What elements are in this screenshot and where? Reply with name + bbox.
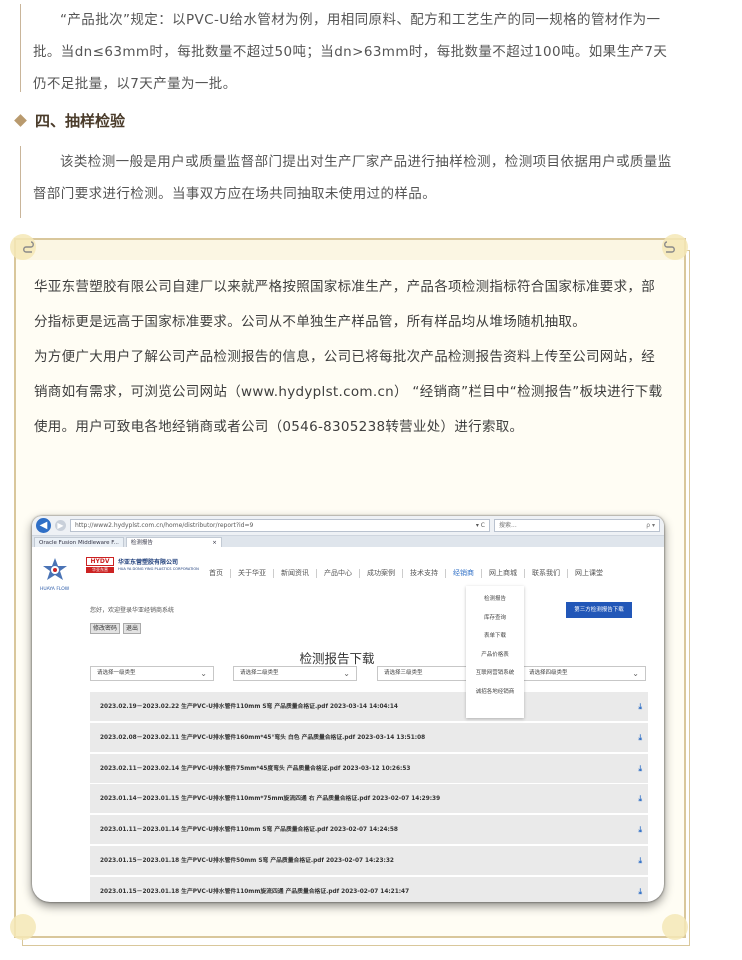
report-list: 2023.02.19－2023.02.22 生产PVC-U排水管件110mm S…: [90, 692, 648, 902]
menu-item-test-report[interactable]: 检测报告: [466, 590, 524, 609]
download-icon[interactable]: ⤓: [638, 723, 642, 753]
select-level-4[interactable]: 请选择四级类型 ⌄: [522, 666, 646, 681]
select-level-1-value: 请选择一级类型: [97, 670, 136, 676]
table-row[interactable]: 2023.02.11－2023.02.14 生产PVC-U排水管件75mm*45…: [90, 753, 648, 784]
batch-definition-block: “产品批次”规定：以PVC-U给水管材为例，用相同原料、配方和工艺生产的同一规格…: [20, 4, 680, 92]
table-row[interactable]: 2023.01.11－2023.01.14 生产PVC-U排水管件110mm S…: [90, 815, 648, 846]
table-row[interactable]: 2023.01.15－2023.01.18 生产PVC-U排水管件50mm S弯…: [90, 845, 648, 876]
nav-item-about[interactable]: 关于华亚: [231, 569, 274, 578]
welcome-message: 您好，欢迎登录华亚经销商系统: [90, 607, 175, 614]
tab-title: 检测报告: [130, 540, 153, 546]
company-name-en: HUA YA DONG YING PLASTICS CORPORATION: [118, 567, 199, 571]
chevron-down-icon: ⌄: [632, 669, 639, 678]
nav-item-classroom[interactable]: 网上课堂: [568, 569, 610, 578]
select-level-4-value: 请选择四级类型: [529, 670, 568, 676]
section-heading: 四、抽样检验: [14, 110, 126, 131]
corner-decoration: [10, 914, 36, 940]
logout-button[interactable]: 退出: [123, 623, 142, 634]
paperclip-icon: [662, 240, 676, 258]
nav-item-shop[interactable]: 网上商城: [482, 569, 525, 578]
download-icon[interactable]: ⤓: [638, 784, 642, 814]
select-level-1[interactable]: 请选择一级类型 ⌄: [90, 666, 214, 681]
logo-caption: HUAYA FLOW: [40, 587, 70, 592]
note-paragraph-2: 为方便广大用户了解公司产品检测报告的信息，公司已将每批次产品检测报告资料上传至公…: [34, 349, 663, 435]
download-icon[interactable]: ⤓: [638, 877, 642, 902]
select-level-2-value: 请选择二级类型: [240, 670, 279, 676]
menu-item-form-download[interactable]: 表单下载: [466, 627, 524, 646]
website-screenshot: ◀ ▶ http://www2.hydyplst.com.cn/home/dis…: [32, 516, 664, 902]
section-heading-text: 四、抽样检验: [35, 112, 126, 130]
frame-top-strip: [16, 240, 684, 260]
menu-item-stock-query[interactable]: 库存查询: [466, 609, 524, 628]
report-title: 2023.01.15－2023.01.18 生产PVC-U排水管件110mm旋流…: [100, 888, 410, 895]
distributor-dropdown-menu: 检测报告 库存查询 表单下载 产品价格表 互联网营销系统 诚招各地经销商: [466, 586, 524, 718]
download-icon[interactable]: ⤓: [638, 846, 642, 876]
menu-item-marketing-system[interactable]: 互联网营销系统: [466, 664, 524, 683]
report-title: 2023.01.11－2023.01.14 生产PVC-U排水管件110mm S…: [100, 827, 398, 834]
back-arrow-icon[interactable]: ◀: [36, 518, 51, 533]
chevron-down-icon: ⌄: [343, 669, 350, 678]
download-icon[interactable]: ⤓: [638, 815, 642, 845]
chevron-down-icon: ⌄: [200, 669, 207, 678]
download-icon[interactable]: ⤓: [638, 692, 642, 722]
filter-selects: 请选择一级类型 ⌄ 请选择二级类型 ⌄ 请选择三级类型 ⌄ 请选择四级类型 ⌄: [90, 666, 650, 682]
brand-badge-sub: 华亚东营: [86, 567, 114, 573]
table-row[interactable]: 2023.02.19－2023.02.22 生产PVC-U排水管件110mm S…: [90, 692, 648, 722]
brand-badge: HYDV: [86, 557, 114, 566]
site-nav: 首页 关于华亚 新闻资讯 产品中心 成功案例 技术支持 经销商 网上商城 联系我…: [202, 569, 610, 578]
account-buttons: 修改密码 退出: [90, 623, 142, 634]
report-title: 2023.02.11－2023.02.14 生产PVC-U排水管件75mm*45…: [100, 765, 411, 772]
forward-arrow-icon[interactable]: ▶: [55, 520, 66, 531]
sampling-paragraph: 该类检测一般是用户或质量监督部门提出对生产厂家产品进行抽样检测，检测项目依据用户…: [33, 154, 672, 202]
table-row[interactable]: 2023.01.14－2023.01.15 生产PVC-U排水管件110mm*7…: [90, 784, 648, 815]
nav-item-cases[interactable]: 成功案例: [360, 569, 403, 578]
paperclip-icon: [22, 240, 36, 258]
address-bar[interactable]: http://www2.hydyplst.com.cn/home/distrib…: [70, 519, 490, 532]
menu-item-recruit-distributors[interactable]: 诚招各地经销商: [466, 683, 524, 702]
table-row[interactable]: 2023.02.08－2023.02.11 生产PVC-U排水管件160mm*4…: [90, 722, 648, 753]
nav-item-home[interactable]: 首页: [202, 569, 231, 578]
browser-search-input[interactable]: 搜索... ρ ▾: [494, 519, 660, 532]
change-password-button[interactable]: 修改密码: [90, 623, 121, 634]
nav-item-contact[interactable]: 联系我们: [525, 569, 568, 578]
company-name: 华亚东营塑胶有限公司: [118, 559, 179, 566]
select-level-3-value: 请选择三级类型: [384, 670, 423, 676]
site-header: HUAYA FLOW HYDV 华亚东营 华亚东营塑胶有限公司 HUA YA D…: [32, 547, 664, 601]
report-title: 2023.02.19－2023.02.22 生产PVC-U排水管件110mm S…: [100, 704, 398, 710]
page-title: 检测报告下载: [299, 651, 375, 666]
batch-definition-paragraph: “产品批次”规定：以PVC-U给水管材为例，用相同原料、配方和工艺生产的同一规格…: [33, 12, 668, 92]
corner-decoration: [662, 914, 688, 940]
report-title: 2023.02.08－2023.02.11 生产PVC-U排水管件160mm*4…: [100, 734, 426, 741]
nav-item-news[interactable]: 新闻资讯: [274, 569, 317, 578]
report-title: 2023.01.15－2023.01.18 生产PVC-U排水管件50mm S弯…: [100, 857, 394, 864]
company-logo-icon[interactable]: [38, 555, 72, 585]
download-icon[interactable]: ⤓: [638, 754, 642, 784]
search-placeholder: 搜索...: [499, 522, 517, 529]
browser-tab[interactable]: Oracle Fusion Middleware F...: [34, 537, 124, 547]
table-row[interactable]: 2023.01.15－2023.01.18 生产PVC-U排水管件110mm旋流…: [90, 876, 648, 902]
note-paragraph-1: 华亚东营塑胶有限公司自建厂以来就严格按照国家标准生产，产品各项检测指标符合国家标…: [34, 279, 655, 330]
browser-tab-active[interactable]: 检测报告 ×: [125, 537, 222, 547]
close-icon[interactable]: ×: [212, 538, 217, 547]
address-bar-url: http://www2.hydyplst.com.cn/home/distrib…: [75, 522, 254, 529]
sampling-block: 该类检测一般是用户或质量监督部门提出对生产厂家产品进行抽样检测，检测项目依据用户…: [20, 146, 680, 218]
select-level-2[interactable]: 请选择二级类型 ⌄: [233, 666, 357, 681]
refresh-icon[interactable]: ▾ C: [476, 520, 485, 531]
browser-toolbar: ◀ ▶ http://www2.hydyplst.com.cn/home/dis…: [32, 516, 664, 536]
note-body: 华亚东营塑胶有限公司自建厂以来就严格按照国家标准生产，产品各项检测指标符合国家标…: [34, 270, 666, 445]
nav-item-support[interactable]: 技术支持: [403, 569, 446, 578]
third-party-report-button[interactable]: 第三方检测报告下载: [566, 602, 632, 618]
browser-tab-bar: Oracle Fusion Middleware F... 检测报告 ×: [32, 536, 664, 547]
diamond-icon: [14, 114, 27, 127]
nav-item-products[interactable]: 产品中心: [317, 569, 360, 578]
report-title: 2023.01.14－2023.01.15 生产PVC-U排水管件110mm*7…: [100, 796, 441, 803]
menu-item-price-list[interactable]: 产品价格表: [466, 646, 524, 665]
search-icon[interactable]: ρ ▾: [646, 520, 655, 531]
nav-item-distributors[interactable]: 经销商: [446, 569, 482, 578]
